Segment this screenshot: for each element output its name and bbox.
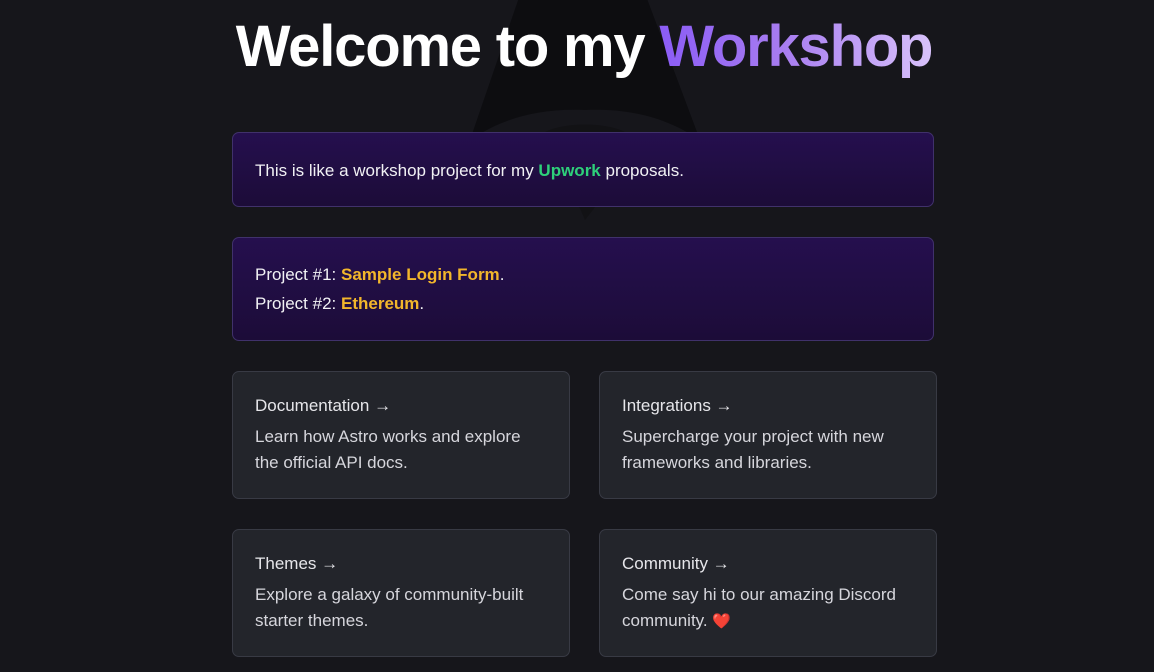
projects-panel: Project #1: Sample Login Form. Project #… xyxy=(232,237,934,341)
card-title: Community → xyxy=(622,554,730,573)
card-title: Documentation → xyxy=(255,396,392,415)
upwork-link[interactable]: Upwork xyxy=(538,161,600,180)
card-description: Learn how Astro works and explore the of… xyxy=(255,427,521,472)
project-punctuation: . xyxy=(499,265,505,284)
card-description-text: Come say hi to our amazing Discord commu… xyxy=(622,585,897,630)
card-integrations[interactable]: Integrations → Supercharge your project … xyxy=(599,371,937,499)
project-line: Project #1: Sample Login Form. xyxy=(255,260,911,289)
card-description: Explore a galaxy of community-built star… xyxy=(255,585,524,630)
project-label: Project #2: xyxy=(255,294,341,313)
project-punctuation: . xyxy=(419,294,425,313)
project-link-login-form[interactable]: Sample Login Form xyxy=(341,265,500,284)
card-documentation[interactable]: Documentation → Learn how Astro works an… xyxy=(232,371,570,499)
project-label: Project #1: xyxy=(255,265,341,284)
card-title: Themes → xyxy=(255,554,339,573)
card-description: Supercharge your project with new framew… xyxy=(622,427,884,472)
intro-text-end: proposals. xyxy=(600,161,684,180)
page-title: Welcome to my Workshop xyxy=(202,12,966,82)
title-prefix: Welcome to my xyxy=(235,14,660,79)
intro-panel: This is like a workshop project for my U… xyxy=(232,132,934,207)
heart-icon: ❤️ xyxy=(712,613,732,630)
card-themes[interactable]: Themes → Explore a galaxy of community-b… xyxy=(232,529,570,657)
card-description: Come say hi to our amazing Discord commu… xyxy=(622,582,914,635)
project-line: Project #2: Ethereum. xyxy=(255,289,911,318)
card-community[interactable]: Community → Come say hi to our amazing D… xyxy=(599,529,937,657)
intro-text: This is like a workshop project for my xyxy=(255,161,539,180)
project-link-ethereum[interactable]: Ethereum xyxy=(341,294,419,313)
card-title: Integrations → xyxy=(622,396,733,415)
title-accent: Workshop xyxy=(659,14,933,79)
